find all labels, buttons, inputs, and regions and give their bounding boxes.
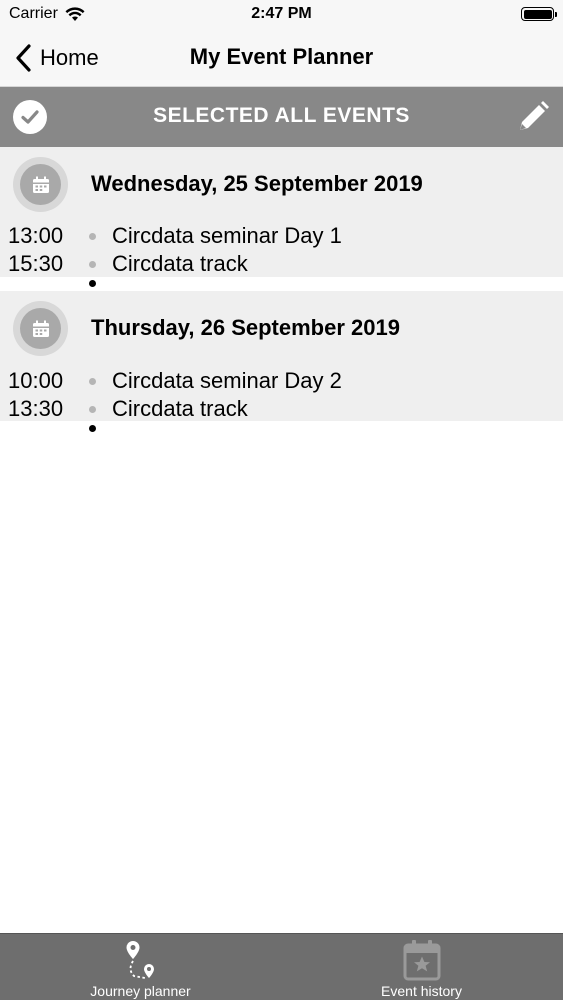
event-name: Circdata track [112,251,248,276]
event-bullet [89,378,96,385]
event-name: Circdata seminar Day 1 [112,223,342,248]
event-time: 15:30 [8,251,64,276]
event-time: 13:30 [8,396,64,421]
event-time: 10:00 [8,368,64,393]
status-bar: Carrier 2:47 PM [0,0,563,30]
selection-bar: SELECTED ALL EVENTS [0,87,563,147]
navigation-bar: Home My Event Planner [0,30,563,87]
event-name: Circdata seminar Day 2 [112,368,342,393]
day-title: Wednesday, 25 September 2019 [91,171,423,196]
day-icon-badge [13,301,68,356]
timeline-end-dot [89,280,96,287]
day-title: Thursday, 26 September 2019 [91,315,400,340]
day-section: Thursday, 26 September 2019 10:00 Circda… [0,291,563,432]
event-row[interactable]: 13:00 Circdata seminar Day 1 [0,223,563,251]
event-bullet [89,233,96,240]
event-time: 13:00 [8,223,64,248]
edit-button[interactable] [515,99,551,135]
battery-icon [521,7,557,21]
calendar-star-icon [403,940,440,981]
event-row[interactable]: 15:30 Circdata track [0,251,563,279]
battery-level [523,9,552,19]
timeline-end-dot [89,425,96,432]
tab-label: Journey planner [90,983,191,999]
event-name: Circdata track [112,396,248,421]
day-icon-badge [13,157,68,212]
event-bullet [89,261,96,268]
page-title: My Event Planner [189,44,374,69]
event-bullet [89,406,96,413]
tab-bar: Journey planner Event history [0,933,563,1000]
day-section: Wednesday, 25 September 2019 13:00 Circd… [0,147,563,287]
screen: Carrier 2:47 PM Home My Event Planner SE… [0,0,563,1000]
status-time: 2:47 PM [251,5,312,22]
calendar-icon [32,176,49,193]
pencil-icon [520,101,549,130]
tab-journey-planner[interactable]: Journey planner [0,934,281,1000]
route-pin-icon [126,941,154,979]
calendar-icon [32,320,49,337]
day-icon-circle [20,308,61,349]
event-row[interactable]: 13:30 Circdata track [0,396,563,424]
tab-label: Event history [381,983,462,999]
event-row[interactable]: 10:00 Circdata seminar Day 2 [0,368,563,396]
day-icon-circle [20,164,61,205]
tab-event-history[interactable]: Event history [281,934,562,1000]
selection-title: SELECTED ALL EVENTS [153,104,410,127]
